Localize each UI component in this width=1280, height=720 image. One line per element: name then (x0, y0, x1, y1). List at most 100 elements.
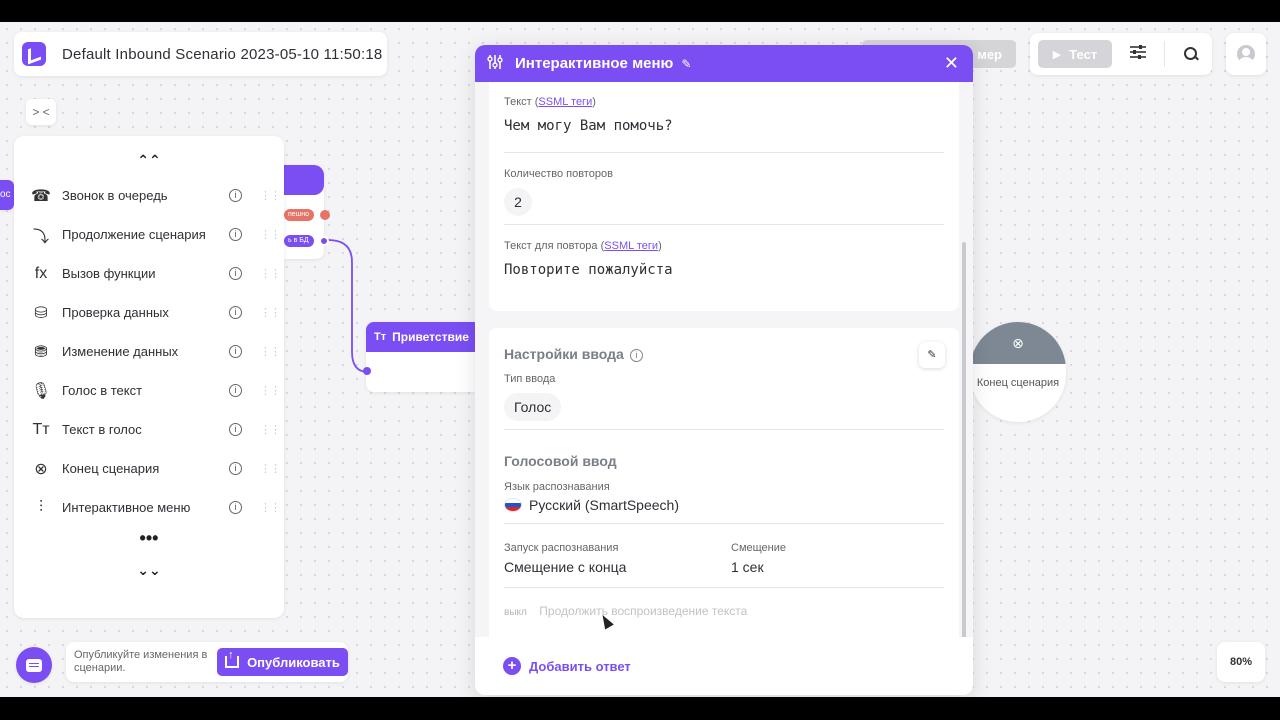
greeting-node[interactable]: Tт Приветствие (363, 322, 476, 392)
close-icon[interactable]: ✕ (944, 53, 959, 74)
offset-field[interactable]: Смещение 1 сек (731, 542, 931, 575)
input-settings-section: Настройки ввода i ✎ Тип ввода Голос Голос… (489, 328, 959, 637)
repeat-count-field[interactable]: Количество повторов 2 (504, 168, 944, 216)
add-icon[interactable]: + (503, 657, 521, 675)
repeat-text-label: Текст для повтора (SSML теги) (504, 240, 662, 252)
profile-card[interactable] (1226, 33, 1266, 75)
drag-handle-icon[interactable]: ⋮⋮ (260, 307, 281, 318)
edit-input-settings-button[interactable]: ✎ (919, 342, 945, 368)
scenario-title: Default Inbound Scenario 2023-05-10 11:5… (62, 45, 383, 63)
drag-handle-icon[interactable]: ⋮⋮ (260, 268, 281, 279)
drag-handle-icon[interactable]: ⋮⋮ (260, 346, 281, 357)
edit-title-icon[interactable]: ✎ (681, 57, 691, 71)
output-port[interactable] (319, 236, 329, 246)
input-type-field[interactable]: Тип ввода Голос (504, 373, 944, 421)
palette-item[interactable]: 🎙 Голос в текст i ⋮⋮ (14, 371, 284, 410)
palette-item[interactable]: Tт Текст в голос i ⋮⋮ (14, 410, 284, 449)
canvas-node-block[interactable]: пешно ь в БД (284, 165, 330, 259)
input-type-value[interactable]: Голос (504, 393, 562, 421)
recognition-start-field[interactable]: Запуск распознавания Смещение с конца (504, 542, 724, 575)
info-icon[interactable]: i (229, 384, 242, 397)
panel-scrollbar[interactable] (962, 242, 966, 672)
test-button[interactable]: ▶ Тест (1038, 40, 1112, 68)
chat-icon (26, 658, 42, 672)
divider (504, 152, 944, 153)
avatar[interactable] (1237, 45, 1255, 63)
info-icon[interactable]: i (229, 501, 242, 514)
more-icon[interactable]: ••• (14, 529, 284, 554)
chat-button[interactable] (16, 647, 52, 683)
drag-handle-icon[interactable]: ⋮⋮ (260, 502, 281, 513)
palette-item[interactable]: fx Вызов функции i ⋮⋮ (14, 254, 284, 293)
error-port[interactable] (320, 210, 330, 220)
palette-item-label: Конец сценария (62, 461, 160, 476)
palette-item-label: Текст в голос (62, 422, 142, 437)
collapse-panel-button[interactable]: > < (26, 99, 56, 125)
data-check-icon: ⛁ (34, 304, 48, 322)
info-icon[interactable]: i (629, 349, 643, 362)
divider (504, 523, 944, 524)
drag-handle-icon[interactable]: ⋮⋮ (260, 190, 281, 201)
test-button-label: Тест (1069, 46, 1098, 62)
canvas-node-header (284, 165, 324, 195)
input-port[interactable] (363, 367, 371, 375)
text-label: Текст (SSML теги) (504, 96, 596, 108)
recognition-language-field[interactable]: Язык распознавания Русский (SmartSpeech) (504, 481, 944, 513)
info-icon[interactable]: i (229, 423, 242, 436)
zoom-level[interactable]: 80% (1217, 642, 1265, 682)
repeat-count-value[interactable]: 2 (504, 188, 532, 216)
palette-item[interactable]: ⤵ Продолжение сценария i ⋮⋮ (14, 215, 284, 254)
info-icon[interactable]: i (229, 306, 242, 319)
scroll-down-icon[interactable]: ⌄⌄ (14, 560, 284, 580)
palette-item[interactable]: ☎ Звонок в очередь i ⋮⋮ (14, 176, 284, 215)
ssml-tags-link-2[interactable]: SSML теги (604, 240, 658, 252)
palette-item[interactable]: ⊗ Конец сценария i ⋮⋮ (14, 449, 284, 488)
settings-icon[interactable] (1128, 44, 1148, 64)
publish-button-label: Опубликовать (247, 654, 340, 670)
repeat-text-field[interactable]: Текст для повтора (SSML теги) Повторите … (504, 240, 944, 278)
drag-handle-icon[interactable]: ⋮⋮ (260, 463, 281, 474)
status-pill-save: ь в БД (284, 235, 314, 247)
connector-line (327, 239, 369, 373)
drag-handle-icon[interactable]: ⋮⋮ (260, 229, 281, 240)
scenario-title-card: Default Inbound Scenario 2023-05-10 11:5… (14, 32, 387, 76)
end-scenario-node[interactable]: ⊗ Конец сценария (970, 322, 1066, 422)
publish-hint: Опубликуйте изменения в сценарии. (74, 649, 208, 674)
palette-list: ☎ Звонок в очередь i ⋮⋮ ⤵ Продолжение сценари… (14, 176, 284, 527)
publish-card: Опубликуйте изменения в сценарии. Опубли… (66, 642, 348, 682)
recognition-start-label: Запуск распознавания (504, 542, 619, 554)
offset-label: Смещение (731, 542, 787, 554)
recognition-language-value: Русский (SmartSpeech) (504, 497, 944, 513)
info-icon[interactable]: i (229, 462, 242, 475)
end-node-label: Конец сценария (976, 377, 1060, 389)
scenario-canvas[interactable]: Default Inbound Scenario 2023-05-10 11:5… (0, 22, 1280, 697)
publish-button[interactable]: Опубликовать (216, 648, 348, 676)
text-field[interactable]: Текст (SSML теги) Чем могу Вам помочь? (504, 96, 944, 134)
canvas-node-fragment[interactable]: ос (0, 180, 14, 210)
block-palette: ⌃⌃ ☎ Звонок в очередь i ⋮⋮ ⤵ Продолжение сцен… (14, 136, 284, 618)
palette-item[interactable]: ⛁ Проверка данных i ⋮⋮ (14, 293, 284, 332)
continue-scenario-icon: ⤵ (32, 228, 49, 246)
panel-body[interactable]: Текст (SSML теги) Чем могу Вам помочь? К… (475, 82, 973, 672)
search-icon[interactable] (1181, 44, 1201, 64)
palette-item[interactable]: ⛃ Изменение данных i ⋮⋮ (14, 332, 284, 371)
status-pill-error: пешно (284, 209, 314, 221)
toggle-state: выкл (504, 607, 527, 618)
palette-item[interactable]: ⫶ Интерактивное меню i ⋮⋮ (14, 488, 284, 527)
drag-handle-icon[interactable]: ⋮⋮ (260, 424, 281, 435)
function-icon: fx (34, 264, 48, 282)
drag-handle-icon[interactable]: ⋮⋮ (260, 385, 281, 396)
app-logo[interactable] (22, 42, 46, 66)
palette-item-label: Звонок в очередь (62, 188, 168, 203)
scroll-up-icon[interactable]: ⌃⌃ (14, 150, 284, 170)
ssml-tags-link[interactable]: SSML теги (538, 96, 592, 108)
info-icon[interactable]: i (229, 345, 242, 358)
interactive-menu-icon: ⫶ (38, 498, 43, 516)
info-icon[interactable]: i (229, 228, 242, 241)
recognition-start-value: Смещение с конца (504, 559, 627, 575)
info-icon[interactable]: i (229, 189, 242, 202)
continue-playback-toggle[interactable]: выкл Продолжить воспроизведение текста (504, 602, 944, 620)
add-answer-button[interactable]: Добавить ответ (529, 659, 631, 674)
end-scenario-icon: ⊗ (34, 460, 48, 478)
info-icon[interactable]: i (229, 267, 242, 280)
